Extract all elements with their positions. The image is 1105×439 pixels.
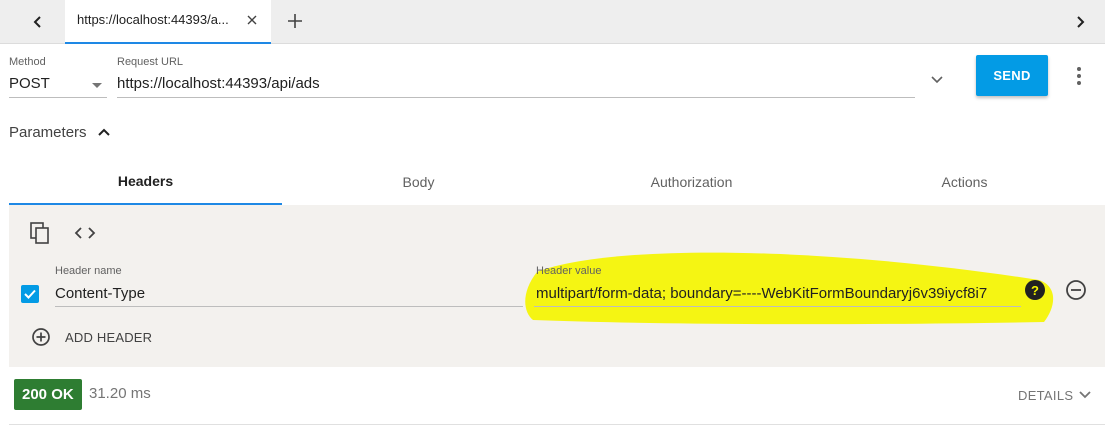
details-label: DETAILS [1018, 387, 1074, 403]
header-name-label: Header name [55, 265, 122, 277]
tab-headers[interactable]: Headers [9, 158, 282, 205]
dropdown-caret-icon [92, 83, 102, 88]
tab-authorization[interactable]: Authorization [555, 158, 828, 205]
method-select[interactable]: POST [9, 70, 107, 98]
add-header-label: ADD HEADER [65, 329, 153, 345]
add-tab-button[interactable] [282, 8, 308, 34]
help-icon[interactable]: ? [1025, 280, 1045, 300]
parameters-label: Parameters [9, 123, 87, 141]
tab-title: https://localhost:44393/a... [77, 12, 229, 27]
request-url-input[interactable] [117, 70, 915, 98]
plus-icon [288, 14, 302, 28]
headers-panel: Header name Header value ? ADD HEADER [9, 205, 1105, 367]
add-circle-icon [32, 328, 50, 346]
status-badge: 200 OK [14, 379, 82, 410]
tab-actions[interactable]: Actions [828, 158, 1101, 205]
method-label: Method [9, 56, 46, 68]
chevron-down-icon [1079, 391, 1091, 399]
code-icon[interactable] [72, 220, 98, 246]
copy-icon[interactable] [28, 220, 52, 246]
header-value-input[interactable] [534, 281, 1021, 307]
tab-strip: https://localhost:44393/a... [0, 0, 1105, 44]
remove-circle-icon[interactable] [1064, 278, 1088, 302]
check-icon [24, 289, 36, 299]
details-button[interactable]: DETAILS [1018, 385, 1092, 405]
parameters-toggle[interactable]: Parameters [9, 120, 111, 144]
chevron-up-icon [97, 128, 110, 136]
send-button[interactable]: SEND [976, 55, 1048, 96]
chevron-down-icon[interactable] [925, 68, 949, 92]
tab-body[interactable]: Body [282, 158, 555, 205]
divider [9, 424, 1105, 425]
header-name-input[interactable] [55, 281, 523, 307]
parameters-tabs: Headers Body Authorization Actions [9, 158, 1105, 205]
chevron-left-icon[interactable] [24, 8, 52, 36]
add-header-button[interactable]: ADD HEADER [31, 326, 152, 348]
chevron-right-icon[interactable] [1066, 8, 1094, 36]
header-value-label: Header value [536, 265, 602, 277]
more-vert-icon[interactable] [1068, 63, 1090, 89]
header-enabled-checkbox[interactable] [21, 285, 39, 303]
url-label: Request URL [117, 56, 184, 68]
method-value: POST [9, 75, 50, 92]
request-tab[interactable]: https://localhost:44393/a... [65, 0, 271, 44]
close-icon[interactable] [243, 11, 261, 29]
response-time: 31.20 ms [89, 385, 151, 402]
